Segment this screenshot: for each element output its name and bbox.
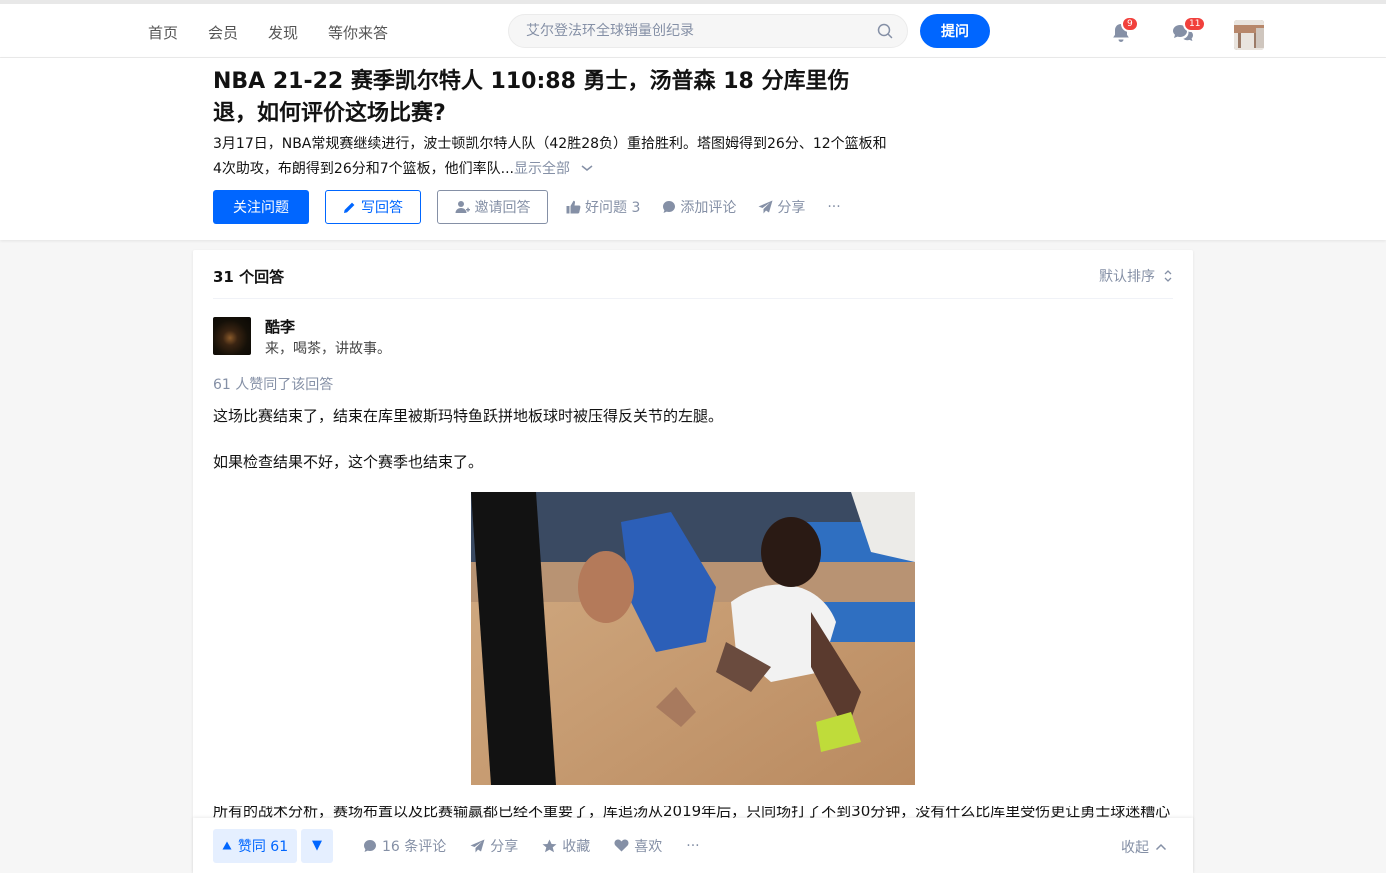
like-button[interactable]: 喜欢	[614, 836, 662, 856]
answer-action-bar: 赞同 61 ▼ 16 条评论 分享 收藏 喜欢 ··· 收起	[193, 818, 1193, 873]
thumbs-up-icon	[566, 200, 581, 214]
invite-answer-label: 邀请回答	[474, 200, 531, 216]
paper-plane-icon	[758, 200, 773, 214]
author-avatar[interactable]	[213, 317, 251, 355]
write-answer-button[interactable]: 写回答	[325, 190, 421, 224]
share-question-label: 分享	[777, 200, 806, 216]
vote-down-button[interactable]: ▼	[301, 828, 333, 863]
question-header: NBA 21-22 赛季凯尔特人 110:88 勇士，汤普森 18 分库里伤退，…	[0, 58, 1386, 240]
comment-icon	[364, 839, 376, 852]
top-bar: 首页 会员 发现 等你来答 提问 9 11	[0, 0, 1386, 58]
question-title[interactable]: NBA 21-22 赛季凯尔特人 110:88 勇士，汤普森 18 分库里伤退，…	[213, 66, 893, 130]
chevron-up-icon	[1155, 843, 1167, 851]
nav-item-vip[interactable]: 会员	[208, 22, 238, 43]
messages-badge: 11	[1183, 16, 1207, 32]
answer-paragraph-truncated: 所有的战术分析，赛场布置以及比赛输赢都已经不重要了，库追汤从2019年后，只同场…	[213, 806, 1173, 818]
ask-button[interactable]: 提问	[920, 14, 990, 48]
star-icon	[542, 839, 557, 852]
share-answer-label: 分享	[490, 838, 519, 855]
answer-card: 31 个回答 默认排序 酷李 来，喝茶，讲故事。 61 人赞同了该回答 这场比赛…	[193, 250, 1193, 873]
notifications-button[interactable]: 9	[1110, 16, 1139, 44]
nav-item-waiting[interactable]: 等你来答	[328, 22, 388, 43]
question-actions: 关注问题 写回答 邀请回答 好问题 3 添加评论 分享 ···	[213, 190, 863, 224]
nav-item-discover[interactable]: 发现	[268, 22, 298, 43]
answer-paragraph: 如果检查结果不好，这个赛季也结束了。	[213, 453, 484, 471]
sort-dropdown[interactable]: 默认排序	[1099, 266, 1173, 286]
answer-paragraph: 这场比赛结束了，结束在库里被斯玛特鱼跃拼地板球时被压得反关节的左腿。	[213, 407, 724, 425]
basketball-injury-photo	[471, 492, 915, 785]
show-all-link[interactable]: 显示全部	[514, 161, 570, 177]
messages-button[interactable]: 11	[1172, 16, 1207, 44]
sort-arrows-icon	[1164, 270, 1172, 282]
notifications-badge: 9	[1121, 16, 1139, 32]
pencil-icon	[344, 202, 355, 213]
triangle-up-icon	[222, 841, 232, 850]
search-box	[508, 14, 908, 48]
search-input[interactable]	[509, 15, 849, 47]
nav-item-home[interactable]: 首页	[148, 22, 178, 43]
good-question-label: 好问题 3	[585, 200, 641, 216]
add-user-icon	[455, 201, 470, 213]
avatar-image	[1234, 20, 1264, 50]
collect-label: 收藏	[562, 838, 591, 855]
search-icon[interactable]	[877, 23, 893, 39]
vote-up-label: 赞同 61	[237, 838, 289, 855]
chevron-down-icon[interactable]	[580, 163, 594, 173]
add-comment-label: 添加评论	[680, 200, 737, 216]
more-options-button[interactable]: ···	[827, 199, 840, 215]
comments-button[interactable]: 16 条评论	[363, 836, 446, 856]
write-answer-label: 写回答	[361, 200, 403, 216]
vote-summary[interactable]: 61 人赞同了该回答	[213, 374, 333, 394]
good-question-button[interactable]: 好问题 3	[566, 197, 640, 217]
heart-icon	[614, 839, 629, 852]
share-answer-button[interactable]: 分享	[470, 836, 518, 856]
follow-question-button[interactable]: 关注问题	[213, 190, 309, 224]
comments-label: 16 条评论	[382, 838, 447, 855]
user-avatar[interactable]	[1234, 20, 1264, 50]
paper-plane-icon	[470, 839, 485, 852]
sort-label: 默认排序	[1099, 269, 1155, 285]
author-name[interactable]: 酷李	[265, 316, 295, 337]
answer-paragraph-text: 所有的战术分析，赛场布置以及比赛输赢都已经不重要了，库追汤从2019年后，只同场…	[213, 806, 1171, 818]
collapse-button[interactable]: 收起	[1121, 837, 1167, 857]
main-nav: 首页 会员 发现 等你来答	[148, 22, 388, 43]
answer-image[interactable]	[471, 492, 915, 785]
answer-count: 31 个回答	[213, 268, 285, 286]
like-label: 喜欢	[634, 838, 663, 855]
comment-icon	[663, 201, 676, 213]
collapse-label: 收起	[1121, 840, 1149, 856]
collect-button[interactable]: 收藏	[542, 836, 590, 856]
vote-up-button[interactable]: 赞同 61	[213, 828, 297, 863]
question-description: 3月17日，NBA常规赛继续进行，波士顿凯尔特人队（42胜28负）重拾胜利。塔图…	[213, 132, 893, 182]
author-bio: 来，喝茶，讲故事。	[265, 341, 391, 357]
share-question-button[interactable]: 分享	[758, 197, 805, 217]
add-comment-button[interactable]: 添加评论	[662, 197, 736, 217]
more-actions-button[interactable]: ···	[686, 838, 699, 854]
invite-answer-button[interactable]: 邀请回答	[437, 190, 548, 224]
answers-header: 31 个回答 默认排序	[213, 250, 1173, 299]
